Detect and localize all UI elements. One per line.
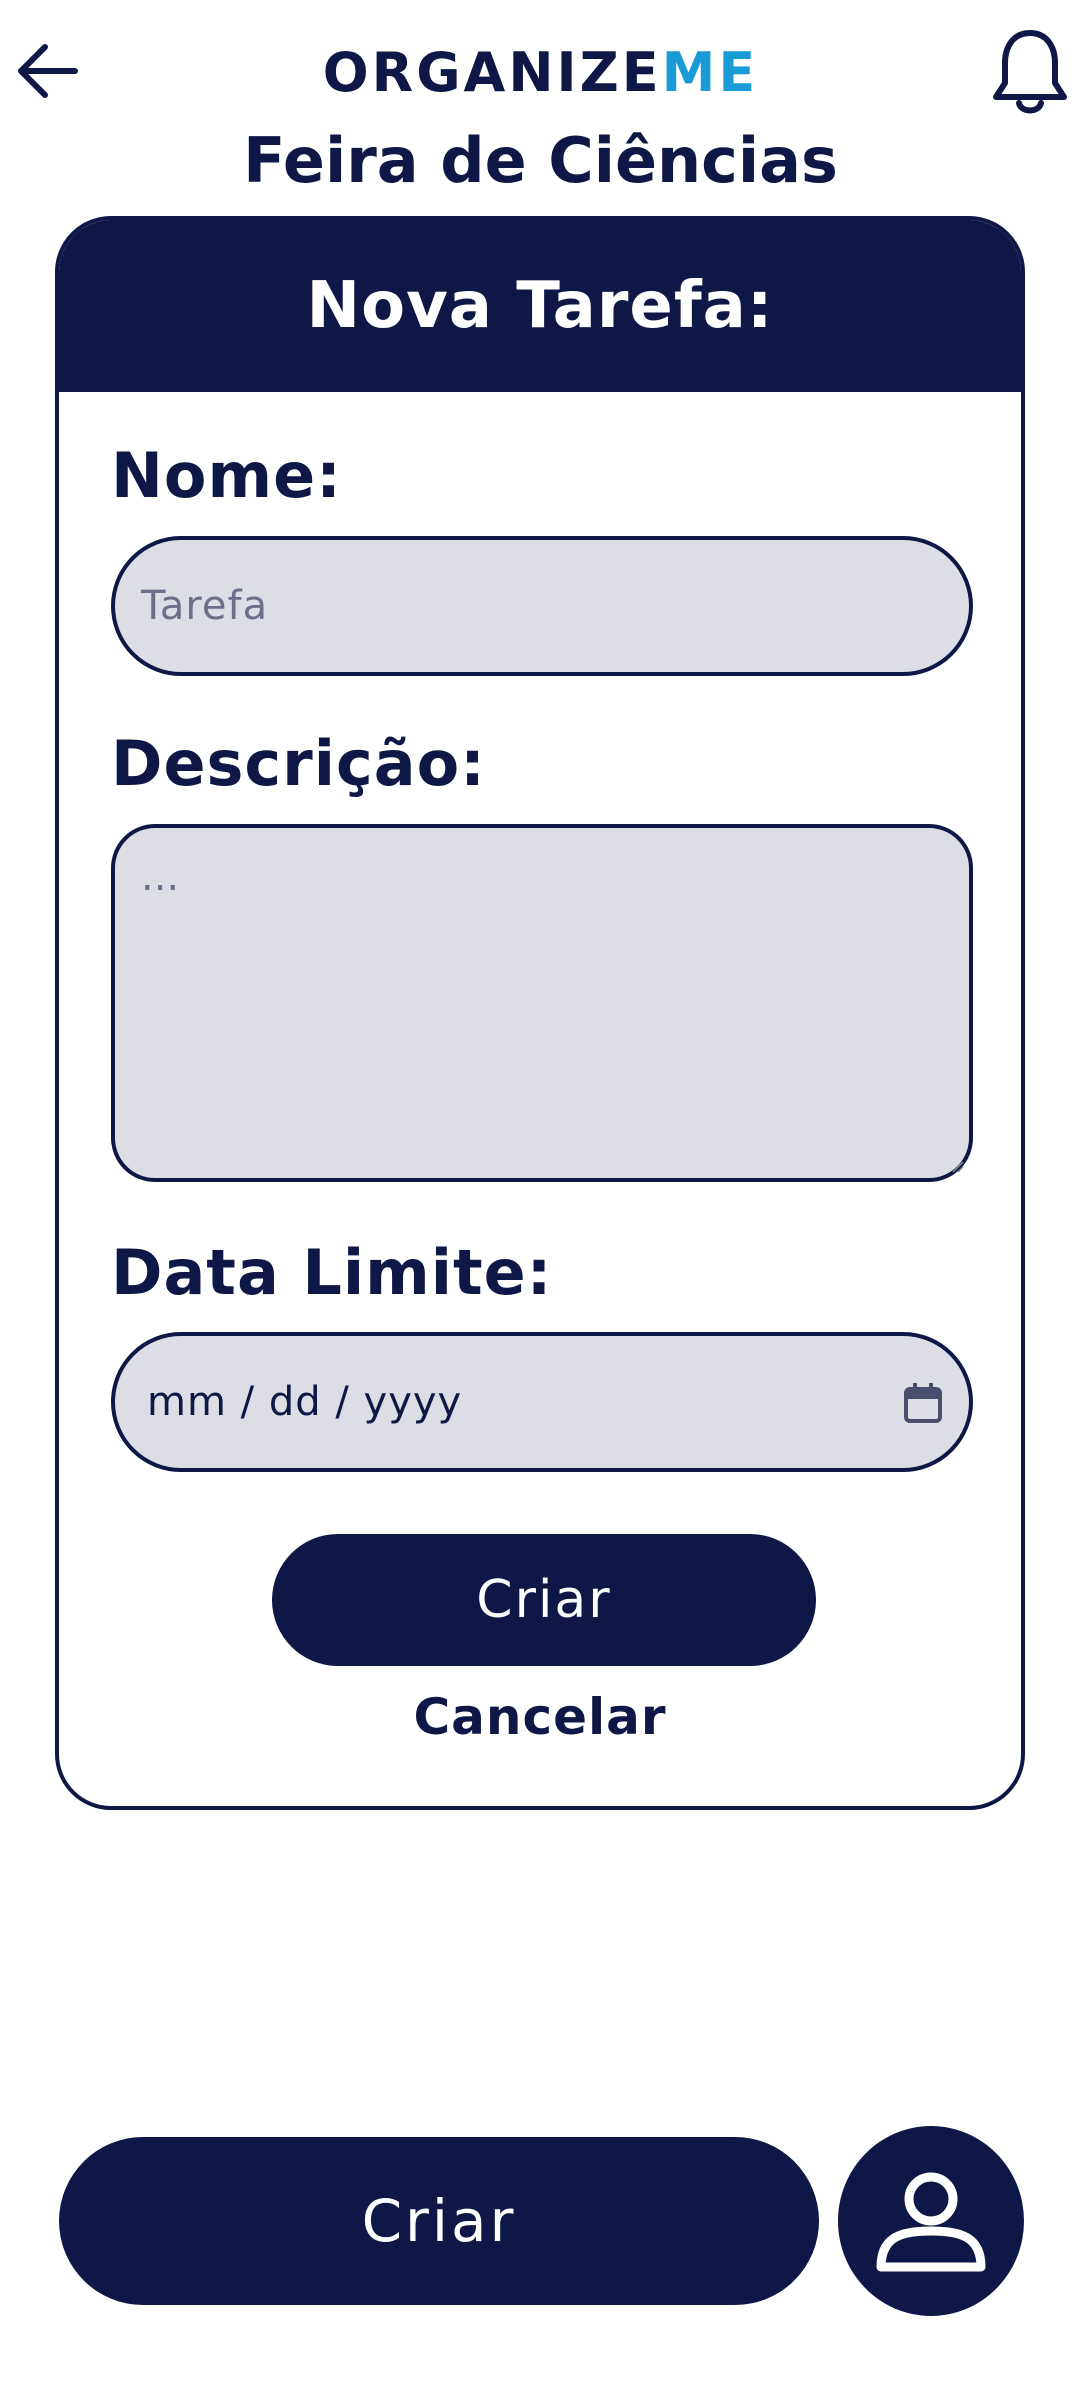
project-title: Feira de Ciências [243,124,838,197]
description-placeholder: ... [141,854,180,900]
profile-button[interactable] [838,2126,1024,2316]
bottom-create-button[interactable]: Criar [59,2137,819,2305]
name-label: Nome: [111,439,342,512]
page: ORGANIZEME Feira de Ciências Nova Tarefa… [0,0,1081,2401]
notifications-button[interactable] [990,22,1070,122]
calendar-icon[interactable] [903,1382,943,1424]
name-input[interactable]: Tarefa [111,536,973,676]
description-label: Descrição: [111,727,486,800]
description-textarea[interactable]: ... [111,824,973,1182]
app-logo: ORGANIZEME [0,38,1081,108]
resize-handle-icon[interactable] [949,1158,965,1174]
card-header: Nova Tarefa: [59,220,1021,392]
create-task-button[interactable]: Criar [272,1534,816,1666]
card-title: Nova Tarefa: [306,269,774,343]
deadline-input[interactable]: mm / dd / yyyy [111,1332,973,1472]
deadline-input-placeholder: mm / dd / yyyy [147,1379,463,1425]
bell-icon [993,30,1067,114]
user-icon [876,2172,986,2272]
cancel-button[interactable]: Cancelar [59,1688,1021,1746]
logo-part-organize: ORGANIZE [322,41,662,104]
name-input-placeholder: Tarefa [141,583,269,629]
new-task-card: Nova Tarefa: Nome: Tarefa Descrição: ...… [55,216,1025,1810]
deadline-label: Data Limite: [111,1236,553,1309]
logo-part-me: ME [661,41,759,104]
